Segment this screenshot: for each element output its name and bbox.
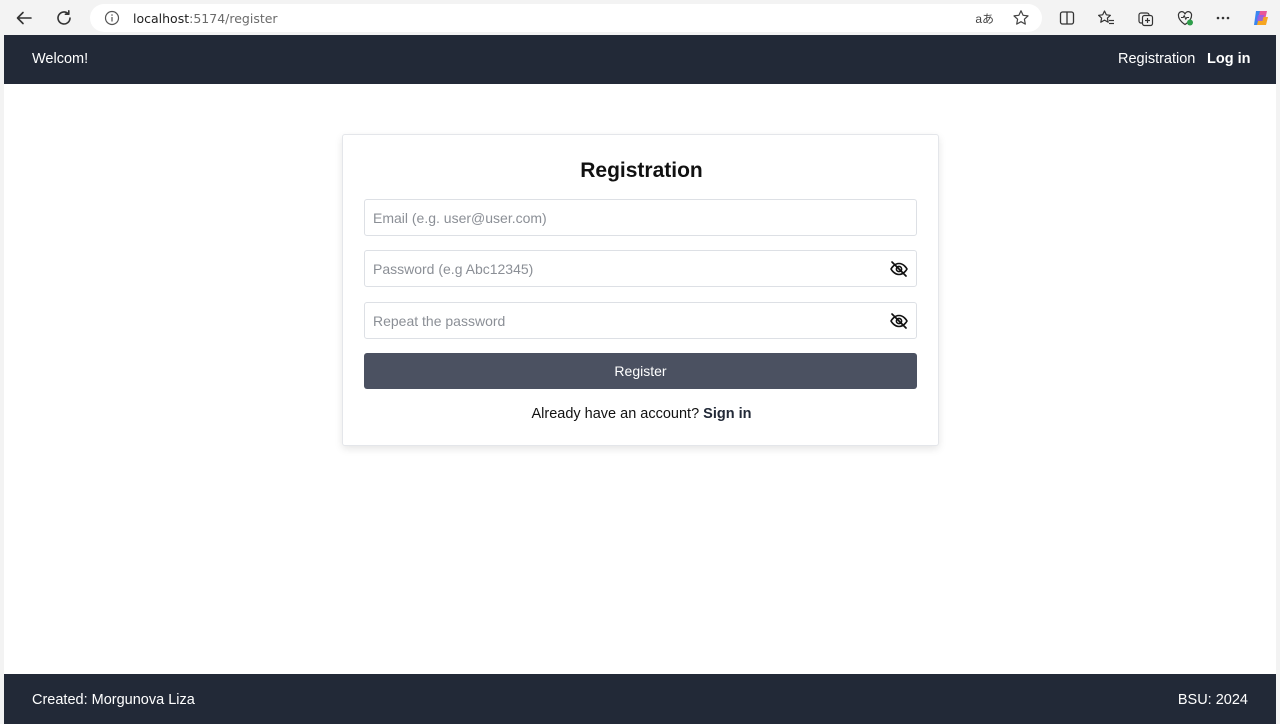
- footer-created: Created: Morgunova Liza: [32, 692, 195, 708]
- url-host: localhost: [133, 11, 190, 26]
- more-icon[interactable]: [1213, 8, 1233, 28]
- eye-off-icon[interactable]: [889, 311, 909, 331]
- footer-copyright: BSU: 2024: [1177, 692, 1248, 708]
- nav-login-link[interactable]: Log in: [1207, 51, 1251, 67]
- email-input[interactable]: [365, 200, 916, 235]
- browser-toolbar: localhost:5174/register aあ: [0, 0, 1280, 35]
- register-button[interactable]: Register: [364, 353, 917, 389]
- password-field[interactable]: [364, 250, 917, 287]
- site-header: Welcom! Registration Log in: [4, 35, 1276, 84]
- collections-icon[interactable]: [1136, 8, 1156, 28]
- browser-essentials-icon[interactable]: [1175, 8, 1195, 28]
- registration-card: Registration Register Already have an ac…: [342, 134, 939, 446]
- info-icon[interactable]: [104, 10, 120, 26]
- address-bar[interactable]: localhost:5174/register aあ: [90, 4, 1042, 32]
- translate-icon[interactable]: aあ: [975, 10, 994, 27]
- signin-prompt-text: Already have an account?: [531, 406, 700, 422]
- star-icon[interactable]: [1012, 9, 1030, 27]
- back-arrow-icon[interactable]: [12, 6, 36, 30]
- site-footer: Created: Morgunova Liza BSU: 2024: [4, 674, 1276, 724]
- form-title: Registration: [580, 159, 703, 182]
- signin-prompt: Already have an account? Sign in: [343, 406, 940, 422]
- signin-link[interactable]: Sign in: [703, 406, 751, 422]
- split-screen-icon[interactable]: [1057, 8, 1077, 28]
- nav-registration-link[interactable]: Registration: [1118, 51, 1195, 67]
- url-path: :5174/register: [189, 11, 278, 26]
- repeat-password-field[interactable]: [364, 302, 917, 339]
- eye-off-icon[interactable]: [889, 259, 909, 279]
- address-url[interactable]: localhost:5174/register: [133, 11, 278, 26]
- email-field[interactable]: [364, 199, 917, 236]
- favorites-icon[interactable]: [1096, 8, 1116, 28]
- page-viewport: Welcom! Registration Log in Registration…: [4, 35, 1276, 724]
- repeat-password-input[interactable]: [365, 303, 916, 338]
- site-brand: Welcom!: [32, 51, 89, 67]
- reload-icon[interactable]: [52, 6, 76, 30]
- copilot-icon[interactable]: [1251, 8, 1271, 28]
- password-input[interactable]: [365, 251, 916, 286]
